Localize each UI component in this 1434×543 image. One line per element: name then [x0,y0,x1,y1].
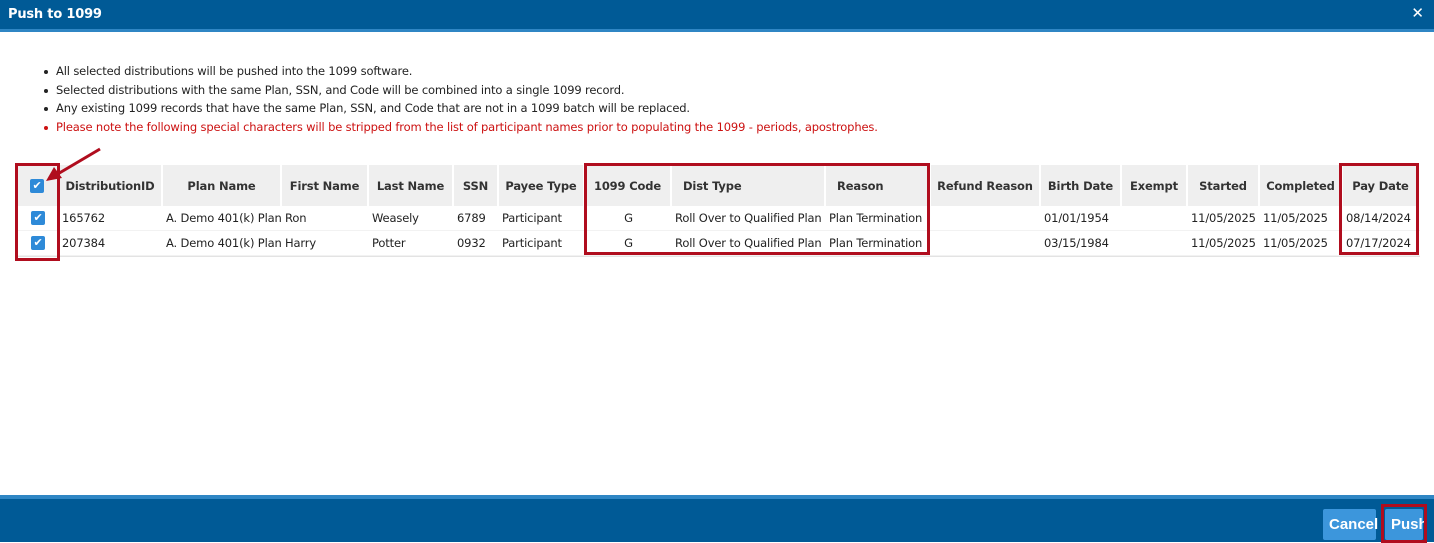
note-item: Any existing 1099 records that have the … [43,99,878,118]
note-item: All selected distributions will be pushe… [43,62,878,81]
table-header-row: ✔ DistributionID Plan Name First Name La… [17,165,1420,206]
instructions-list: All selected distributions will be pushe… [43,62,878,136]
dialog-footer: Cancel Push [0,495,1434,543]
birth-date-cell: 03/15/1984 [1041,231,1122,256]
row-select-cell: ✔ [17,231,59,256]
column-header[interactable]: Completed [1260,165,1343,206]
distributions-table: ✔ DistributionID Plan Name First Name La… [17,165,1420,257]
column-header[interactable]: Dist Type [672,165,826,206]
distribution-id-cell: 165762 [59,206,163,231]
code-1099-cell: G [585,206,672,231]
table-row[interactable]: ✔ 165762 A. Demo 401(k) Plan Ron Weasely… [17,206,1420,231]
payee-type-cell: Participant [499,231,585,256]
dist-type-cell: Roll Over to Qualified Plan [672,206,826,231]
birth-date-cell: 01/01/1954 [1041,206,1122,231]
dialog-title: Push to 1099 [8,7,102,22]
dialog-titlebar: Push to 1099 ✕ [0,0,1434,32]
column-header[interactable]: Exempt [1122,165,1188,206]
last-name-cell: Potter [369,231,454,256]
row-select-cell: ✔ [17,206,59,231]
column-header[interactable]: SSN [454,165,499,206]
table-row[interactable]: ✔ 207384 A. Demo 401(k) Plan Harry Potte… [17,231,1420,256]
completed-cell: 11/05/2025 [1260,206,1343,231]
column-header[interactable]: Birth Date [1041,165,1122,206]
note-item: Selected distributions with the same Pla… [43,81,878,100]
first-name-cell: Harry [282,231,369,256]
payee-type-cell: Participant [499,206,585,231]
special-characters-warning: Please note the following special charac… [43,118,878,137]
pay-date-cell: 07/17/2024 [1343,231,1420,256]
pay-date-cell: 08/14/2024 [1343,206,1420,231]
column-header[interactable]: Refund Reason [931,165,1041,206]
column-header[interactable]: Pay Date [1343,165,1420,206]
started-cell: 11/05/2025 [1188,231,1260,256]
column-header[interactable]: Payee Type [499,165,585,206]
refund-reason-cell [931,206,1041,231]
code-1099-cell: G [585,231,672,256]
first-name-cell: Ron [282,206,369,231]
ssn-cell: 6789 [454,206,499,231]
annotation-arrow-icon [46,147,101,181]
push-button[interactable]: Push [1385,509,1428,540]
column-header[interactable]: 1099 Code [585,165,672,206]
last-name-cell: Weasely [369,206,454,231]
dist-type-cell: Roll Over to Qualified Plan [672,231,826,256]
cancel-button[interactable]: Cancel [1323,509,1378,540]
row-checkbox[interactable]: ✔ [31,211,45,226]
reason-cell: Plan Termination [826,206,931,231]
close-icon[interactable]: ✕ [1411,5,1424,21]
exempt-cell [1122,231,1188,256]
row-checkbox[interactable]: ✔ [31,236,45,251]
column-header[interactable]: Reason [826,165,931,206]
column-header[interactable]: First Name [282,165,369,206]
completed-cell: 11/05/2025 [1260,231,1343,256]
column-header[interactable]: Last Name [369,165,454,206]
started-cell: 11/05/2025 [1188,206,1260,231]
distribution-id-cell: 207384 [59,231,163,256]
reason-cell: Plan Termination [826,231,931,256]
plan-name-cell: A. Demo 401(k) Plan [163,206,282,231]
plan-name-cell: A. Demo 401(k) Plan [163,231,282,256]
column-header[interactable]: Started [1188,165,1260,206]
refund-reason-cell [931,231,1041,256]
ssn-cell: 0932 [454,231,499,256]
column-header[interactable]: Plan Name [163,165,282,206]
exempt-cell [1122,206,1188,231]
